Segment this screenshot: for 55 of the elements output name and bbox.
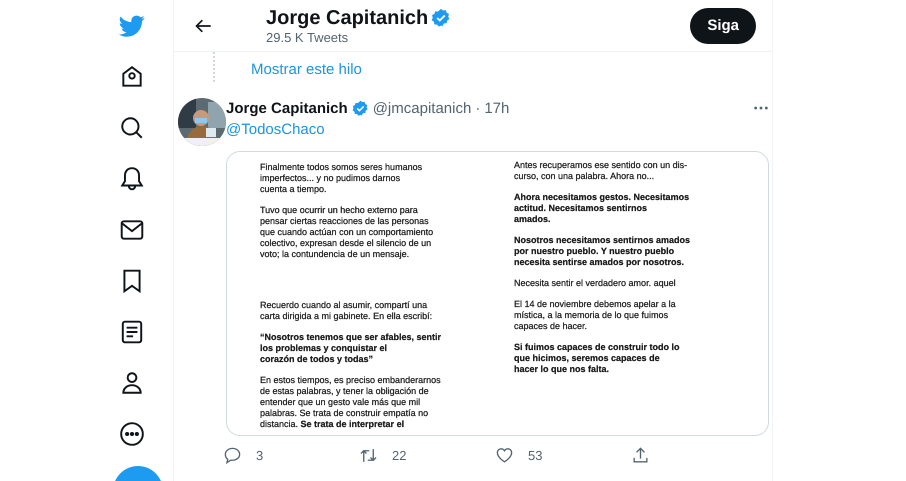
mention-link[interactable]: @TodosChaco: [226, 121, 769, 138]
retweet-icon[interactable]: [359, 446, 378, 465]
image-text-line: que hicimos, seremos capaces de: [514, 353, 661, 364]
image-text-line: Finalmente todos somos seres humanos: [260, 162, 424, 173]
image-text-line: Ahora necesitamos gestos. Necesitamos: [514, 192, 690, 203]
image-text-line: Recuerdo cuando al asumir, compartí una: [260, 300, 428, 311]
share-icon[interactable]: [631, 446, 650, 465]
bell-icon[interactable]: [118, 166, 144, 192]
profile-name: Jorge Capitanich: [266, 6, 428, 30]
image-text-line: curso, con una palabra. Ahora no...: [514, 171, 656, 182]
author-name[interactable]: Jorge Capitanich: [226, 100, 348, 116]
image-text-line: necesita sentirse amados por nosotros.: [514, 257, 686, 268]
image-text-line: cuenta a tiempo.: [260, 184, 328, 195]
image-text-line: los problemas y conquistar el: [260, 343, 388, 354]
show-thread-link[interactable]: Mostrar este hilo: [251, 61, 362, 78]
image-text-line: En estos tiempos, es preciso embanderarnos: [260, 375, 442, 386]
image-text-line: que cuando actúan con un comportamiento: [260, 227, 434, 238]
image-text-line: colectivo, expresan desde el silencio de un: [260, 238, 432, 249]
image-text-line: imperfectos... y no pudimos darnos: [260, 173, 402, 184]
tweet-count: 29.5 K Tweets: [266, 30, 350, 45]
image-text-line: pensar ciertas reacciones de las personas: [260, 216, 430, 227]
image-text-line: hacer lo que nos falta.: [514, 364, 610, 375]
image-text-line: Antes recuperamos ese sentido con un dis-: [514, 160, 688, 171]
follow-button[interactable]: Siga: [690, 8, 756, 44]
image-text-line: Tuvo que ocurrir un hecho externo para: [260, 205, 419, 216]
image-text-line: capaces de hacer.: [514, 321, 588, 332]
more-options-icon[interactable]: [753, 105, 769, 111]
image-text-line: entender que un gesto vale más que mil: [260, 397, 422, 408]
tweet-time[interactable]: 17h: [484, 100, 510, 116]
tweet-image[interactable]: [226, 151, 769, 436]
search-icon[interactable]: [118, 115, 144, 141]
action-count: 22: [392, 448, 406, 463]
image-text-line: corazón de todos y todas”: [260, 354, 374, 365]
image-text-line: por nuestro pueblo. Y nuestro pueblo: [514, 246, 676, 257]
image-text-line: carta dirigida a mi gabinete. En ella escribí:: [260, 311, 434, 322]
image-text-line: mística, a la memoria de lo que fuimos: [514, 310, 670, 321]
image-text-line: Nosotros necesitamos sentirnos amados: [514, 235, 692, 246]
author-handle[interactable]: @jmcapitanich: [372, 100, 472, 116]
image-text-line: El 14 de noviembre debemos apelar a la: [514, 299, 677, 310]
image-text-line: actitud. Necesitamos sentirnos: [514, 203, 648, 214]
image-text-line: palabras. Se trata de construir empatía no: [260, 408, 430, 419]
heart-icon[interactable]: [495, 446, 514, 465]
action-count: 3: [256, 448, 264, 463]
more-icon[interactable]: [118, 421, 144, 447]
separator: ·: [475, 100, 480, 116]
action-count: 53: [528, 448, 542, 463]
image-text-line: Si fuimos capaces de construir todo lo: [514, 342, 681, 353]
image-text-line: voto; la contundencia de un mensaje.: [260, 249, 410, 260]
image-text-line: Necesita sentir el verdadero amor. aquel: [514, 278, 677, 289]
speech-bubble-icon[interactable]: [223, 446, 242, 465]
image-text-line: distancia. Se trata de interpretar el: [260, 419, 406, 430]
image-text-line: de estas palabras, y tener la obligación de: [260, 386, 430, 397]
bird-logo-icon[interactable]: [116, 13, 146, 39]
image-text-line: “Nosotros tenemos que ser afables, sentir: [260, 332, 442, 343]
image-text-line: amados.: [514, 214, 552, 225]
